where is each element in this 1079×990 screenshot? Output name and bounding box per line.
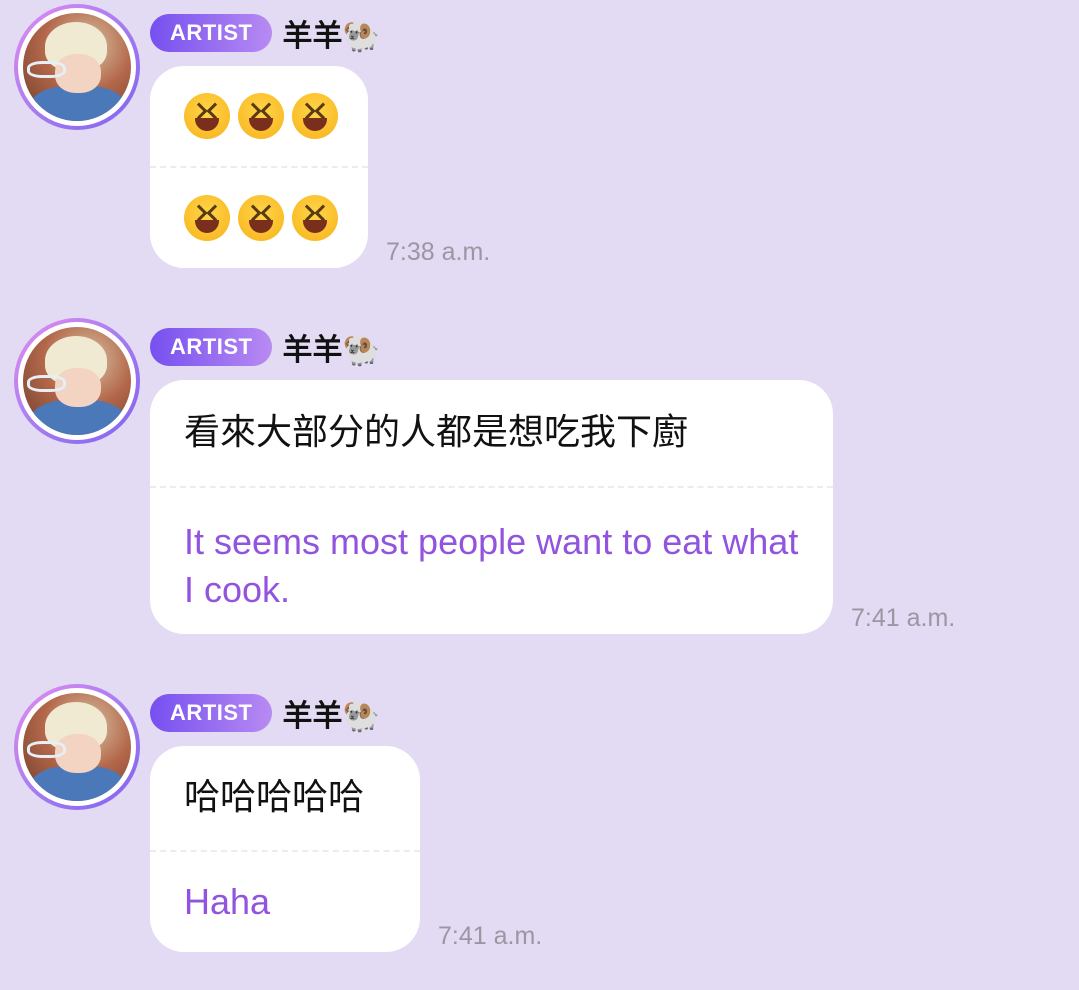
timestamp: 7:41 a.m.: [438, 922, 543, 950]
artist-badge: ARTIST: [150, 328, 273, 366]
message-header: ARTIST 羊羊🐏: [150, 691, 380, 735]
sender-name[interactable]: 羊羊🐏: [282, 11, 379, 55]
grinning-squinting-face-icon: [184, 195, 230, 241]
avatar-photo: [23, 327, 131, 435]
original-text: 看來大部分的人都是想吃我下廚: [184, 411, 689, 453]
message-header: ARTIST 羊羊🐏: [150, 325, 380, 369]
translated-text-section: Haha: [150, 852, 420, 952]
avatar[interactable]: [14, 684, 140, 810]
avatar-photo: [23, 13, 131, 121]
message-header: ARTIST 羊羊🐏: [150, 11, 380, 55]
message-bubble[interactable]: 哈哈哈哈哈 Haha: [150, 746, 420, 952]
artist-badge: ARTIST: [150, 14, 273, 52]
translated-text: It seems most people want to eat what I …: [184, 521, 799, 610]
avatar-photo: [23, 693, 131, 801]
translated-text: Haha: [184, 881, 271, 922]
grinning-squinting-face-icon: [292, 195, 338, 241]
original-text-section: 哈哈哈哈哈: [150, 746, 420, 850]
grinning-squinting-face-icon: [238, 93, 284, 139]
grinning-squinting-face-icon: [292, 93, 338, 139]
grinning-squinting-face-icon: [238, 195, 284, 241]
emoji-row: [184, 93, 338, 139]
grinning-squinting-face-icon: [184, 93, 230, 139]
original-text: 哈哈哈哈哈: [184, 776, 365, 818]
sender-name[interactable]: 羊羊🐏: [282, 691, 379, 735]
timestamp: 7:41 a.m.: [851, 604, 956, 632]
original-text-section: 看來大部分的人都是想吃我下廚: [150, 380, 833, 486]
avatar[interactable]: [14, 4, 140, 130]
artist-badge: ARTIST: [150, 694, 273, 732]
sender-name[interactable]: 羊羊🐏: [282, 325, 379, 369]
timestamp: 7:38 a.m.: [386, 238, 491, 266]
original-text: [150, 66, 368, 166]
translated-text-section: It seems most people want to eat what I …: [150, 488, 833, 634]
message-bubble[interactable]: 看來大部分的人都是想吃我下廚 It seems most people want…: [150, 380, 833, 634]
avatar[interactable]: [14, 318, 140, 444]
translated-text: [150, 168, 368, 268]
emoji-row: [184, 195, 338, 241]
message-bubble[interactable]: [150, 66, 368, 268]
